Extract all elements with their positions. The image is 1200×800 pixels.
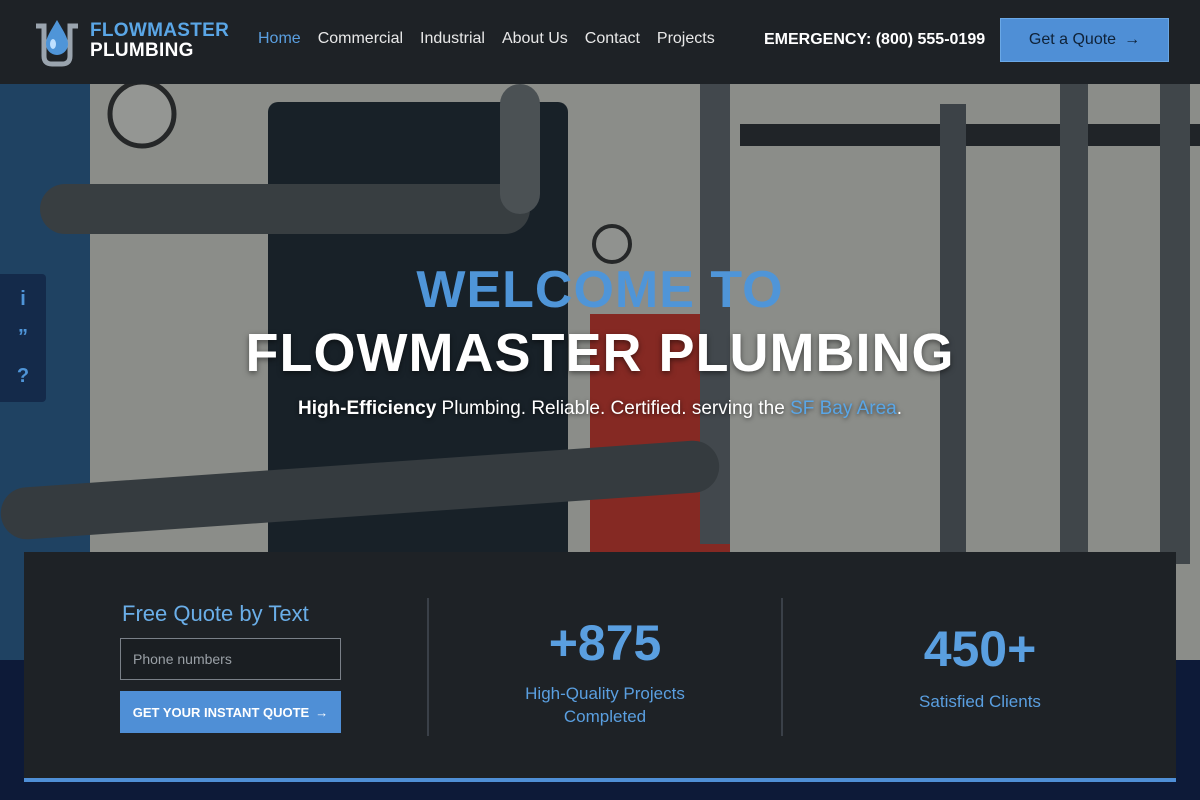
nav-projects[interactable]: Projects bbox=[657, 30, 715, 48]
arrow-right-icon: → bbox=[315, 704, 329, 720]
panel-divider bbox=[781, 598, 783, 736]
brand-line2: PLUMBING bbox=[90, 40, 194, 61]
stat-projects-label: High-Quality Projects Completed bbox=[430, 682, 780, 728]
instant-quote-button[interactable]: GET YOUR INSTANT QUOTE → bbox=[120, 691, 341, 733]
stat-clients-value: 450+ bbox=[923, 621, 1037, 677]
nav-industrial[interactable]: Industrial bbox=[420, 30, 485, 48]
site-header: FLOWMASTER PLUMBING Home Commercial Indu… bbox=[0, 0, 1200, 84]
panel-accent-line bbox=[24, 778, 1176, 782]
hero-sub-bold: High-Efficiency bbox=[297, 398, 437, 419]
panel-divider bbox=[427, 598, 429, 736]
hero-sub-end: . bbox=[896, 398, 903, 419]
hero-sub-area: SF Bay Area bbox=[790, 398, 897, 419]
emergency-phone[interactable]: EMERGENCY: (800) 555-0199 bbox=[764, 31, 985, 49]
nav-about-us[interactable]: About Us bbox=[502, 30, 568, 48]
stat-projects-value: +875 bbox=[548, 615, 662, 671]
main-nav: Home Commercial Industrial About Us Cont… bbox=[258, 30, 732, 48]
nav-commercial[interactable]: Commercial bbox=[318, 30, 403, 48]
stat-projects-label-line1: High-Quality Projects bbox=[525, 684, 685, 703]
stat-projects-label-line2: Completed bbox=[563, 707, 647, 726]
phone-input[interactable] bbox=[120, 638, 341, 680]
pipe-drop-logo-icon bbox=[30, 12, 84, 70]
free-quote-title: Free Quote by Text bbox=[122, 601, 309, 626]
hero-subtitle: High-Efficiency Plumbing. Reliable. Cert… bbox=[0, 398, 1200, 420]
hero-title-welcome: WELCOME TO bbox=[416, 261, 784, 319]
get-a-quote-button[interactable]: Get a Quote → bbox=[1000, 18, 1169, 62]
instant-quote-label: GET YOUR INSTANT QUOTE bbox=[132, 704, 310, 720]
nav-contact[interactable]: Contact bbox=[585, 30, 640, 48]
get-a-quote-label: Get a Quote bbox=[1028, 31, 1117, 48]
nav-home[interactable]: Home bbox=[258, 30, 301, 48]
brand-line1: FLOWMASTER bbox=[90, 20, 230, 41]
hero-title-brand: FLOWMASTER PLUMBING bbox=[245, 323, 955, 383]
logo[interactable]: FLOWMASTER PLUMBING bbox=[30, 12, 229, 70]
stat-clients-label: Satisfied Clients bbox=[919, 692, 1041, 711]
brand-name: FLOWMASTER PLUMBING bbox=[90, 21, 229, 61]
arrow-right-icon: → bbox=[1124, 31, 1141, 48]
hero-sub-mid: Plumbing. Reliable. Certified. serving t… bbox=[436, 398, 791, 419]
